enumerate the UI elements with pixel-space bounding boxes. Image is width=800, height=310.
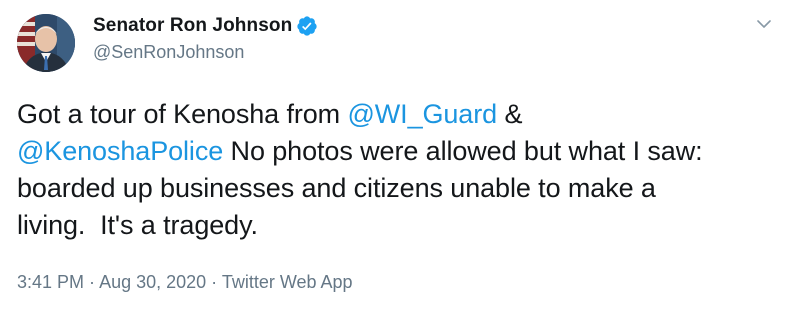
meta-separator: · [206, 272, 222, 292]
author-display-name[interactable]: Senator Ron Johnson [93, 15, 292, 37]
author-name-row[interactable]: Senator Ron Johnson [93, 14, 318, 38]
author-handle[interactable]: @SenRonJohnson [93, 42, 244, 63]
mention-link-wi-guard[interactable]: @WI_Guard [347, 99, 497, 129]
chevron-down-icon[interactable] [754, 14, 774, 34]
meta-separator: · [84, 272, 100, 292]
avatar-image [17, 14, 75, 72]
tweet-time[interactable]: 3:41 PM [17, 272, 84, 292]
tweet-text-segment: & [504, 99, 523, 129]
verified-badge-icon [296, 15, 318, 37]
tweet-text: Got a tour of Kenosha from @WI_Guard & @… [17, 96, 777, 244]
mention-link-kenosha-police[interactable]: @KenoshaPolice [17, 136, 223, 166]
tweet-source[interactable]: Twitter Web App [222, 272, 353, 292]
tweet-text-segment: Got a tour of Kenosha from [17, 99, 348, 129]
tweet-card: Senator Ron Johnson @SenRonJohnson Got a… [0, 0, 800, 310]
tweet-date[interactable]: Aug 30, 2020 [99, 272, 206, 292]
tweet-metadata: 3:41 PM · Aug 30, 2020 · Twitter Web App [17, 272, 353, 293]
avatar[interactable] [17, 14, 75, 72]
